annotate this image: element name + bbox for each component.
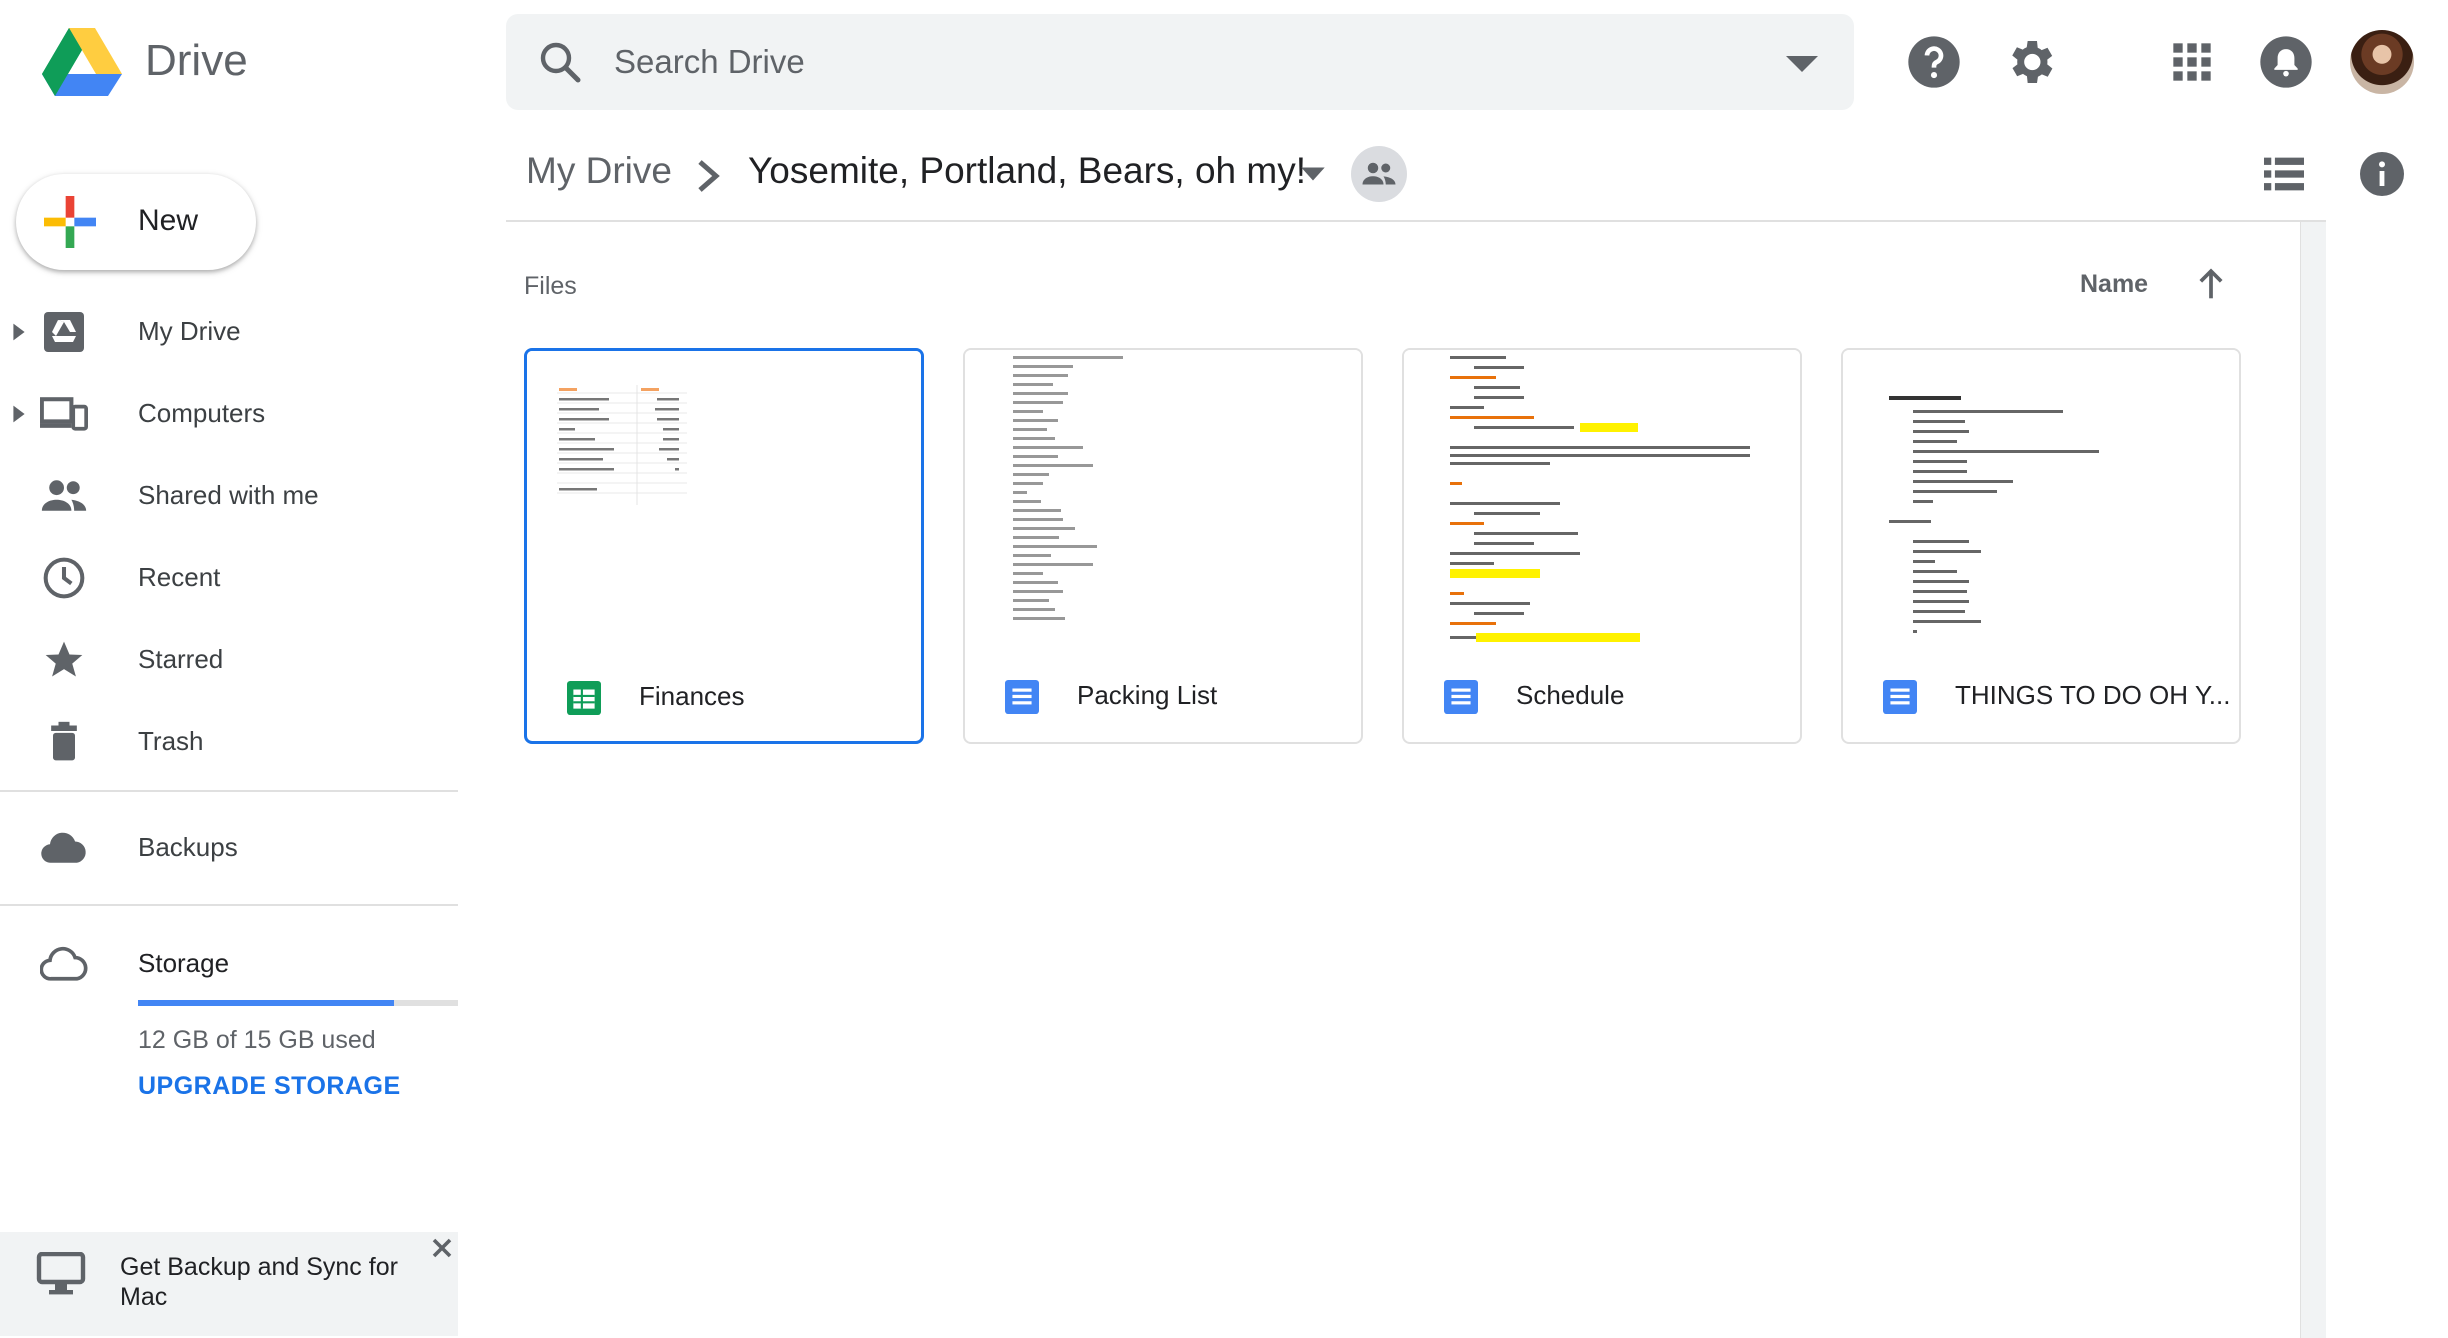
- sidebar-divider: [0, 790, 458, 792]
- account-avatar[interactable]: [2350, 30, 2414, 94]
- search-bar[interactable]: [506, 14, 1854, 110]
- file-card-schedule[interactable]: Schedule: [1402, 348, 1802, 744]
- people-icon: [41, 480, 87, 511]
- file-card-packing-list[interactable]: Packing List: [963, 348, 1363, 744]
- google-docs-icon: [1005, 680, 1039, 714]
- google-sheets-icon: [567, 681, 601, 715]
- settings-gear-icon[interactable]: [2002, 34, 2058, 90]
- main-scrollbar[interactable]: [2300, 222, 2326, 1338]
- sidebar-item-backups[interactable]: Backups: [0, 812, 458, 884]
- file-card-finances[interactable]: Finances: [524, 348, 924, 744]
- details-info-icon[interactable]: [2358, 150, 2406, 198]
- star-icon: [45, 641, 83, 677]
- sidebar-item-label: Backups: [138, 832, 238, 862]
- shared-folder-badge[interactable]: [1351, 146, 1407, 202]
- sidebar-item-my-drive[interactable]: My Drive: [0, 296, 458, 368]
- sidebar-divider: [0, 904, 458, 906]
- drive-logo-icon[interactable]: [42, 28, 122, 96]
- google-docs-icon: [1444, 680, 1478, 714]
- plus-icon: [44, 196, 96, 248]
- upgrade-storage-link[interactable]: UPGRADE STORAGE: [138, 1072, 401, 1101]
- sidebar-item-trash[interactable]: Trash: [0, 706, 458, 778]
- search-options-dropdown-icon[interactable]: [1782, 50, 1822, 78]
- computers-icon: [40, 397, 88, 431]
- sidebar-item-recent[interactable]: Recent: [0, 542, 458, 614]
- file-name: Packing List: [1077, 680, 1218, 710]
- cloud-icon: [41, 832, 86, 863]
- google-docs-icon: [1883, 680, 1917, 714]
- storage-progress-bar: [138, 1000, 458, 1006]
- help-icon[interactable]: [1906, 34, 1962, 90]
- file-name: Finances: [639, 681, 745, 711]
- file-thumbnail: [1404, 350, 1800, 650]
- sort-ascending-arrow-icon[interactable]: [2196, 266, 2226, 300]
- file-name: THINGS TO DO OH Y...: [1955, 680, 2231, 710]
- sidebar-item-label: Shared with me: [138, 480, 319, 510]
- promo-text: Get Backup and Sync for Mac: [120, 1253, 398, 1311]
- new-button-label: New: [138, 204, 199, 237]
- people-icon: [1362, 162, 1396, 185]
- sidebar-item-label: Starred: [138, 644, 224, 674]
- storage-label[interactable]: Storage: [138, 948, 229, 979]
- apps-grid-icon[interactable]: [2164, 34, 2220, 90]
- notifications-bell-icon[interactable]: [2258, 34, 2314, 90]
- sidebar-item-shared-with-me[interactable]: Shared with me: [0, 460, 458, 532]
- clock-icon: [43, 557, 85, 599]
- app-title: Drive: [145, 36, 248, 85]
- trash-icon: [51, 721, 77, 761]
- search-icon[interactable]: [536, 38, 584, 86]
- files-section-heading: Files: [524, 272, 577, 300]
- new-button[interactable]: New: [16, 174, 256, 270]
- file-thumbnail: [527, 351, 921, 651]
- breadcrumb-my-drive[interactable]: My Drive: [526, 150, 672, 192]
- desktop-computer-icon: [36, 1252, 86, 1295]
- file-thumbnail: [965, 350, 1361, 650]
- folder-menu-dropdown-icon[interactable]: [1300, 164, 1326, 184]
- expand-arrow-icon[interactable]: [12, 322, 26, 342]
- toolbar-divider: [506, 220, 2326, 222]
- storage-progress-fill: [138, 1000, 394, 1006]
- sidebar-item-label: Computers: [138, 398, 266, 428]
- file-thumbnail: [1843, 350, 2239, 650]
- storage-used-text: 12 GB of 15 GB used: [138, 1026, 376, 1054]
- sidebar-item-computers[interactable]: Computers: [0, 378, 458, 450]
- sort-by-name-button[interactable]: Name: [2080, 270, 2148, 299]
- sidebar-item-label: My Drive: [138, 316, 241, 346]
- list-view-icon[interactable]: [2262, 154, 2306, 194]
- sidebar-item-label: Recent: [138, 562, 221, 592]
- close-icon[interactable]: [430, 1236, 454, 1260]
- cloud-outline-icon: [40, 946, 88, 981]
- file-card-things-to-do[interactable]: THINGS TO DO OH Y...: [1841, 348, 2241, 744]
- my-drive-icon: [44, 312, 84, 352]
- sidebar-item-starred[interactable]: Starred: [0, 624, 458, 696]
- breadcrumb-current-folder[interactable]: Yosemite, Portland, Bears, oh my!: [748, 150, 1306, 192]
- file-name: Schedule: [1516, 680, 1625, 710]
- search-input[interactable]: [612, 36, 1712, 88]
- expand-arrow-icon[interactable]: [12, 404, 26, 424]
- chevron-right-icon: [698, 160, 720, 192]
- sidebar-item-label: Trash: [138, 726, 204, 756]
- backup-sync-promo[interactable]: Get Backup and Sync for Mac: [0, 1232, 458, 1336]
